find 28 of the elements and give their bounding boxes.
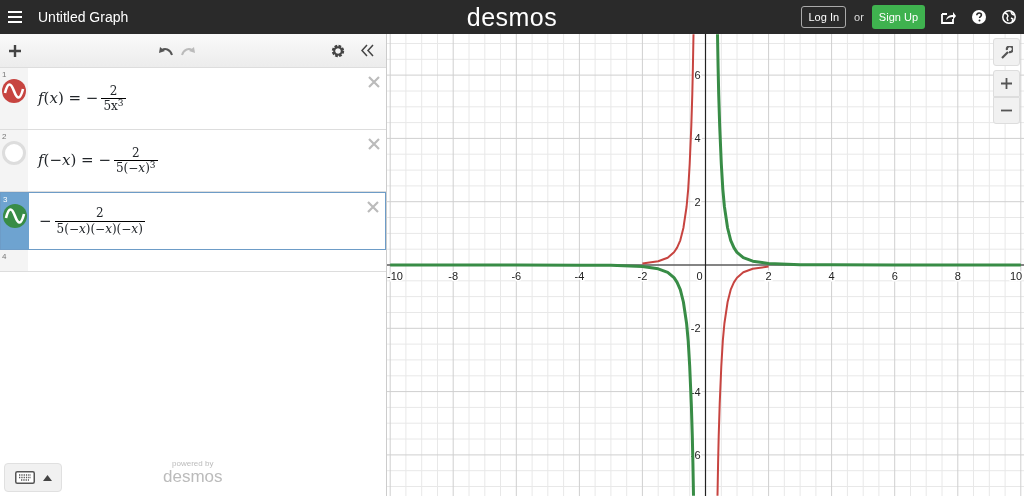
x-tick-label: -8 [448, 270, 459, 282]
expression-row[interactable]: 4 [0, 250, 386, 272]
or-label: or [854, 9, 864, 25]
y-tick-label: -2 [690, 322, 701, 335]
line-number: 3 [3, 194, 8, 206]
x-tick-label: -4 [574, 270, 585, 282]
x-tick-label: 4 [828, 270, 835, 282]
footer-logo: desmos [163, 468, 223, 485]
powered-by-label: powered by [172, 460, 214, 468]
graph-title[interactable]: Untitled Graph [38, 6, 129, 28]
y-tick-label: 6 [694, 69, 701, 82]
x-tick-label: 2 [765, 270, 772, 282]
x-tick-label: 8 [954, 270, 961, 282]
y-tick-label: 4 [694, 132, 701, 145]
x-tick-label: -6 [511, 270, 522, 282]
x-tick-label: -2 [637, 270, 648, 282]
expression-row[interactable]: 3 − 2 5(−x)(−x)(−x) [0, 192, 386, 250]
x-tick-label: 6 [891, 270, 898, 282]
x-tick-label: -10 [387, 270, 403, 282]
line-number: 4 [2, 251, 7, 263]
x-tick-label: 10 [1009, 270, 1023, 282]
x-tick-label: 0 [696, 270, 703, 282]
logo: desmos [466, 4, 558, 30]
expression-field[interactable]: − 2 5(−x)(−x)(−x) [29, 193, 367, 249]
line-number: 1 [2, 69, 7, 81]
login-button[interactable]: Log In [801, 5, 847, 29]
line-number: 2 [2, 131, 7, 143]
y-tick-label: 2 [694, 195, 701, 208]
